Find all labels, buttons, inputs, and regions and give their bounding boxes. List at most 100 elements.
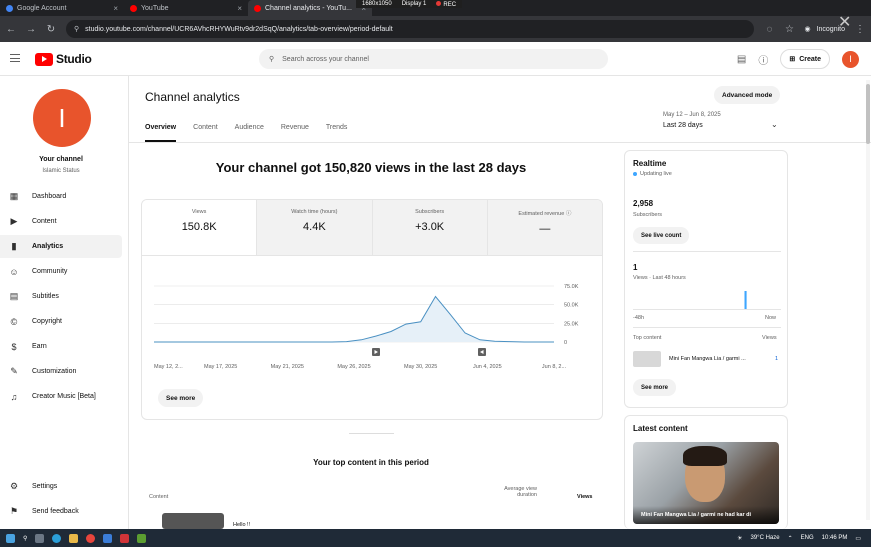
bookmark-star-icon[interactable]: ☆ (784, 24, 794, 35)
help-icon[interactable]: ⓘ (758, 52, 768, 67)
back-icon[interactable]: ← (6, 24, 16, 35)
chevron-up-icon[interactable]: ⌃ (788, 535, 793, 542)
messages-icon[interactable]: ▤ (737, 54, 746, 65)
live-dot-icon (633, 172, 637, 176)
sidebar-item-copyright[interactable]: © Copyright (0, 310, 122, 333)
notification-icon[interactable]: ▭ (855, 535, 861, 542)
browser-menu-icon[interactable]: ⋮ (855, 24, 865, 35)
metric-watch-time[interactable]: Watch time (hours) 4.4K (256, 200, 372, 255)
weather-text[interactable]: 39°C Haze (751, 535, 780, 541)
sidebar-item-content[interactable]: ▶ Content (0, 210, 122, 233)
sidebar-item-customization[interactable]: ✎ Customization (0, 360, 122, 383)
youtube-icon (130, 4, 137, 12)
sidebar-item-label: Community (32, 268, 68, 275)
edge-icon[interactable] (52, 533, 62, 543)
eye-off-icon[interactable]: ◌ (764, 24, 774, 35)
metric-value: +3.0K (415, 221, 445, 233)
column-header-content: Content (149, 494, 169, 500)
metric-value: 4.4K (303, 221, 326, 233)
tab-content[interactable]: Content (193, 122, 218, 142)
metric-label: Views (191, 209, 207, 215)
dashboard-icon: ▦ (9, 191, 19, 201)
video-title[interactable]: Hello !! (233, 522, 250, 528)
video-thumbnail[interactable] (162, 513, 224, 529)
sidebar-item-label: Subtitles (32, 293, 59, 300)
tab-label: Channel analytics - YouTu... (265, 4, 352, 12)
advanced-mode-button[interactable]: Advanced mode (714, 86, 781, 104)
language-indicator[interactable]: ENG (801, 535, 814, 541)
store-icon[interactable] (103, 533, 113, 543)
axis-left-label: -48h (633, 315, 645, 321)
see-live-count-button[interactable]: See live count (633, 227, 690, 244)
tab-divider (129, 142, 871, 143)
browser-tab-channel-analytics[interactable]: Channel analytics - YouTu... × (248, 0, 372, 16)
sidebar-item-dashboard[interactable]: ▦ Dashboard (0, 185, 122, 208)
close-icon[interactable]: × (237, 4, 242, 13)
top-content-title[interactable]: Mini Fan Mangwa Lia / garmi ... (669, 356, 765, 362)
sidebar-item-creator-music[interactable]: ♫ Creator Music [Beta] (0, 385, 122, 408)
display-label[interactable]: Display 1 (402, 1, 427, 7)
clock[interactable]: 10:46 PM (822, 535, 848, 541)
info-icon[interactable]: ⓘ (566, 211, 572, 217)
tab-audience[interactable]: Audience (235, 122, 264, 142)
tab-trends[interactable]: Trends (326, 122, 348, 142)
sidebar-item-label: Creator Music [Beta] (32, 393, 96, 400)
sidebar-item-community[interactable]: ☺ Community (0, 260, 122, 283)
studio-header: Studio ⚲ Search across your channel ▤ ⓘ ⊞… (0, 42, 871, 76)
browser-tab-google-account[interactable]: Google Account × (0, 0, 124, 16)
chrome-icon[interactable] (86, 533, 96, 543)
app-icon[interactable] (120, 533, 130, 543)
rec-indicator[interactable]: REC (436, 0, 456, 8)
sidebar-item-analytics[interactable]: ▮ Analytics (0, 235, 122, 258)
app-icon[interactable] (137, 533, 147, 543)
overview-card: Views 150.8K Watch time (hours) 4.4K Subsc… (141, 199, 603, 420)
analytics-tabs: Overview Content Audience Revenue Trends (145, 122, 347, 142)
top-content-thumbnail[interactable] (633, 351, 661, 367)
see-more-button[interactable]: See more (633, 379, 677, 396)
site-info-icon[interactable]: ⚲ (74, 25, 79, 33)
see-more-button[interactable]: See more (158, 389, 204, 407)
studio-logo[interactable]: Studio (35, 52, 92, 66)
url-bar[interactable]: ⚲ studio.youtube.com/channel/UCR6AVhcRHY… (66, 20, 755, 38)
avatar[interactable]: I (842, 50, 859, 68)
date-range-picker[interactable]: May 12 – Jun 8, 2025 Last 28 days (663, 112, 781, 129)
browser-tab-youtube[interactable]: YouTube × (124, 0, 248, 16)
close-overlay-icon[interactable]: ✕ (838, 12, 851, 32)
search-icon[interactable]: ⚲ (23, 535, 27, 542)
latest-video-thumbnail[interactable]: Mini Fan Mangwa Lia / garmi ne had kar d… (633, 442, 779, 524)
create-label: Create (799, 55, 821, 63)
menu-icon[interactable] (10, 54, 20, 62)
metric-subscribers[interactable]: Subscribers +3.0K (371, 200, 487, 255)
sidebar-item-settings[interactable]: ⚙ Settings (0, 475, 122, 498)
forward-icon[interactable]: → (26, 24, 36, 35)
task-view-icon[interactable] (35, 533, 45, 543)
scrollbar-thumb[interactable] (866, 84, 870, 144)
y-tick-label: 50.0K (564, 303, 579, 309)
sidebar-item-label: Analytics (32, 243, 64, 250)
search-input[interactable]: ⚲ Search across your channel (259, 49, 608, 69)
sidebar-item-label: Content (32, 218, 57, 225)
metric-views[interactable]: Views 150.8K (142, 200, 257, 255)
sidebar-item-earn[interactable]: $ Earn (0, 335, 122, 358)
scrollbar-track[interactable] (866, 80, 870, 520)
file-explorer-icon[interactable] (69, 533, 79, 543)
chevron-down-icon[interactable]: ⌄ (771, 120, 778, 129)
tab-overview[interactable]: Overview (145, 122, 177, 142)
header-actions: ▤ ⓘ ⊞ Create I (737, 49, 859, 69)
copyright-icon: © (10, 316, 18, 327)
address-bar-row: ← → ↻ ⚲ studio.youtube.com/channel/UCR6A… (0, 16, 871, 42)
sidebar-item-subtitles[interactable]: ▤ Subtitles (0, 285, 122, 308)
sidebar-item-send-feedback[interactable]: ⚑ Send feedback (0, 500, 122, 523)
reload-icon[interactable]: ↻ (46, 24, 56, 35)
close-icon[interactable]: × (113, 4, 118, 13)
x-tick-label: May 17, 2025 (204, 364, 237, 370)
windows-start-icon[interactable] (6, 533, 15, 543)
metric-revenue[interactable]: Estimated revenue ⓘ — (486, 200, 602, 255)
sidebar-item-label: Copyright (32, 318, 62, 325)
tab-revenue[interactable]: Revenue (281, 122, 309, 142)
sidebar-item-label: Earn (32, 343, 47, 350)
weather-icon[interactable]: ☀ (737, 535, 742, 542)
channel-avatar[interactable]: I (33, 89, 91, 147)
create-button[interactable]: ⊞ Create (780, 49, 830, 69)
page-title: Channel analytics (145, 90, 240, 104)
